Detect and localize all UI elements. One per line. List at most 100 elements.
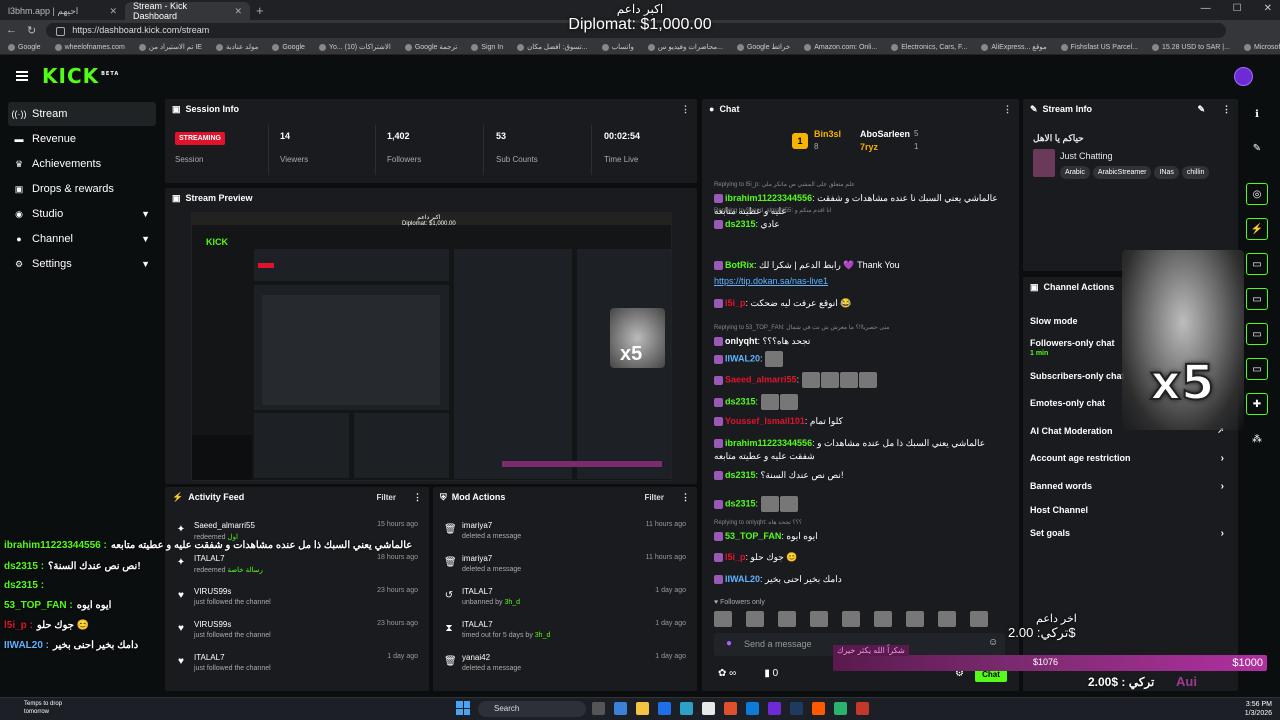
tool-icon[interactable]: ▭ xyxy=(1246,323,1268,345)
back-icon[interactable]: ← xyxy=(6,24,17,36)
tag[interactable]: chillin xyxy=(1181,166,1210,179)
sidebar-item-stream[interactable]: ((·)) Stream xyxy=(8,102,156,126)
set-goals-link[interactable]: Set goals › xyxy=(1030,528,1230,539)
windows-start-icon[interactable] xyxy=(456,701,470,715)
task-view-icon[interactable] xyxy=(592,702,605,715)
emote[interactable] xyxy=(938,611,956,627)
emote[interactable] xyxy=(810,611,828,627)
brave-icon[interactable] xyxy=(724,702,737,715)
minimize-icon[interactable]: — xyxy=(1201,3,1211,14)
bolt-icon[interactable]: ⚡ xyxy=(1246,218,1268,240)
pencil-icon[interactable]: ✎ xyxy=(1246,137,1268,159)
new-tab-icon[interactable]: + xyxy=(256,3,264,18)
browser-tab-1[interactable]: l3bhm.app | احيهم ✕ xyxy=(0,2,125,20)
chat-username[interactable]: IIWAL20 xyxy=(725,353,760,363)
bookmark-item[interactable]: مولد عنادبة xyxy=(215,43,258,51)
more-icon[interactable]: ⋮ xyxy=(681,104,690,115)
chat-username[interactable]: 53_TOP_FAN xyxy=(725,531,781,541)
chat-username[interactable]: IIWAL20 xyxy=(725,574,760,584)
bookmark-item[interactable]: Google خرائط xyxy=(736,43,790,51)
chat-username[interactable]: ds2315 xyxy=(725,219,756,229)
emote[interactable] xyxy=(842,611,860,627)
bookmark-item[interactable]: wheelofnames.com xyxy=(54,43,125,51)
chat-username[interactable]: l5i_p xyxy=(725,298,746,308)
emote[interactable] xyxy=(874,611,892,627)
mod-by[interactable]: 3h_d xyxy=(504,599,520,606)
menu-icon[interactable] xyxy=(16,71,28,81)
chat-username[interactable]: Youssef_Ismail101 xyxy=(725,416,805,426)
reload-icon[interactable]: ↻ xyxy=(27,24,36,37)
more-icon[interactable]: ⋮ xyxy=(681,492,690,503)
emote[interactable] xyxy=(714,611,732,627)
bookmark-item[interactable]: Sign In xyxy=(471,43,503,51)
steam-icon[interactable] xyxy=(790,702,803,715)
bookmark-item[interactable]: محاضرات وفيديو س... xyxy=(647,43,723,51)
bookmark-item[interactable]: تسوق: افضل مكان... xyxy=(517,43,588,51)
bookmark-item[interactable]: Electronics, Cars, F... xyxy=(891,43,967,51)
store-icon[interactable] xyxy=(658,702,671,715)
activity-user[interactable]: ITALAL7 xyxy=(194,653,225,662)
chrome-icon[interactable] xyxy=(702,702,715,715)
host-channel-link[interactable]: Host Channel xyxy=(1030,505,1230,515)
tool-icon[interactable]: ▭ xyxy=(1246,253,1268,275)
obs-icon[interactable] xyxy=(768,702,781,715)
system-clock[interactable]: 3:56 PM 1/3/2026 xyxy=(1245,700,1272,718)
chat-username[interactable]: BotRix xyxy=(725,260,754,270)
chat-username[interactable]: ds2315 xyxy=(725,498,756,508)
more-icon[interactable]: ⋮ xyxy=(1003,104,1012,115)
edge-browser-icon[interactable] xyxy=(680,702,693,715)
activity-user[interactable]: ITALAL7 xyxy=(194,554,225,563)
stream-preview-video[interactable]: اكبر داعم Diplomat: $1,000.00 KICK x5 xyxy=(191,212,672,481)
browser-tab-2[interactable]: Stream - Kick Dashboard ✕ xyxy=(125,1,250,21)
folder-icon[interactable] xyxy=(636,702,649,715)
app-icon[interactable] xyxy=(746,702,759,715)
mod-user[interactable]: yanai42 xyxy=(462,653,490,662)
bookmark-item[interactable]: Amazon.com: Onli... xyxy=(804,43,877,51)
app-icon-3[interactable] xyxy=(856,702,869,715)
chat-username[interactable]: ds2315 xyxy=(725,396,756,406)
firefox-icon[interactable] xyxy=(812,702,825,715)
bookmark-item[interactable]: Google ترجمة xyxy=(404,43,457,51)
bookmark-item[interactable]: Google xyxy=(8,43,41,51)
avatar[interactable] xyxy=(1234,67,1253,86)
emote[interactable] xyxy=(970,611,988,627)
bookmark-item[interactable]: Microsoft Learning xyxy=(1243,43,1280,51)
account-age-link[interactable]: Account age restriction › xyxy=(1030,453,1230,464)
close-icon[interactable]: ✕ xyxy=(234,6,242,17)
close-icon[interactable]: ✕ xyxy=(109,6,117,17)
emoji-icon[interactable]: ☺ xyxy=(988,637,998,648)
tag[interactable]: ArabicStreamer xyxy=(1092,166,1152,179)
maximize-icon[interactable]: ☐ xyxy=(1233,3,1242,14)
emote[interactable] xyxy=(746,611,764,627)
activity-user[interactable]: Saeed_almarri55 xyxy=(194,521,255,530)
top-gifter-2[interactable]: AboSarleen xyxy=(860,129,910,139)
camera-icon[interactable]: ◎ xyxy=(1246,183,1268,205)
banned-words-link[interactable]: Banned words › xyxy=(1030,481,1230,492)
bookmark-item[interactable]: واتساب xyxy=(601,43,634,51)
tag[interactable]: Arabic xyxy=(1060,166,1090,179)
kick-logo[interactable]: KICK BETA xyxy=(42,64,119,88)
bookmark-item[interactable]: Yo... الاشتراكات (10) xyxy=(318,43,391,51)
bookmark-item[interactable]: 15.28 USD to SAR |... xyxy=(1151,43,1230,51)
sidebar-item-settings[interactable]: ⚙ Settings ▼ xyxy=(8,252,156,276)
bookmark-item[interactable]: Google xyxy=(272,43,305,51)
more-icon[interactable]: ⋮ xyxy=(1222,104,1231,115)
mod-user[interactable]: ITALAL7 xyxy=(462,587,493,596)
app-icon-2[interactable] xyxy=(834,702,847,715)
tool-icon[interactable]: ▭ xyxy=(1246,358,1268,380)
activity-user[interactable]: VIRUS99s xyxy=(194,587,231,596)
more-icon[interactable]: ⋮ xyxy=(413,492,422,503)
apps-icon[interactable]: ⁂ xyxy=(1246,428,1268,450)
tag[interactable]: INas xyxy=(1154,166,1179,179)
chat-username[interactable]: Saeed_almarri55 xyxy=(725,374,797,384)
sidebar-item-channel[interactable]: ● Channel ▼ xyxy=(8,227,156,251)
filter-button[interactable]: Filter xyxy=(376,493,396,502)
taskbar-search[interactable]: Search xyxy=(478,701,586,717)
info-icon[interactable]: ℹ xyxy=(1246,103,1268,125)
chat-username[interactable]: ds2315 xyxy=(725,470,756,480)
sidebar-item-drops[interactable]: ▣ Drops & rewards xyxy=(8,177,156,201)
close-window-icon[interactable]: ✕ xyxy=(1264,3,1272,14)
mod-user[interactable]: imariya7 xyxy=(462,521,492,530)
tool-icon[interactable]: ▭ xyxy=(1246,288,1268,310)
wrench-icon[interactable]: ✚ xyxy=(1246,393,1268,415)
